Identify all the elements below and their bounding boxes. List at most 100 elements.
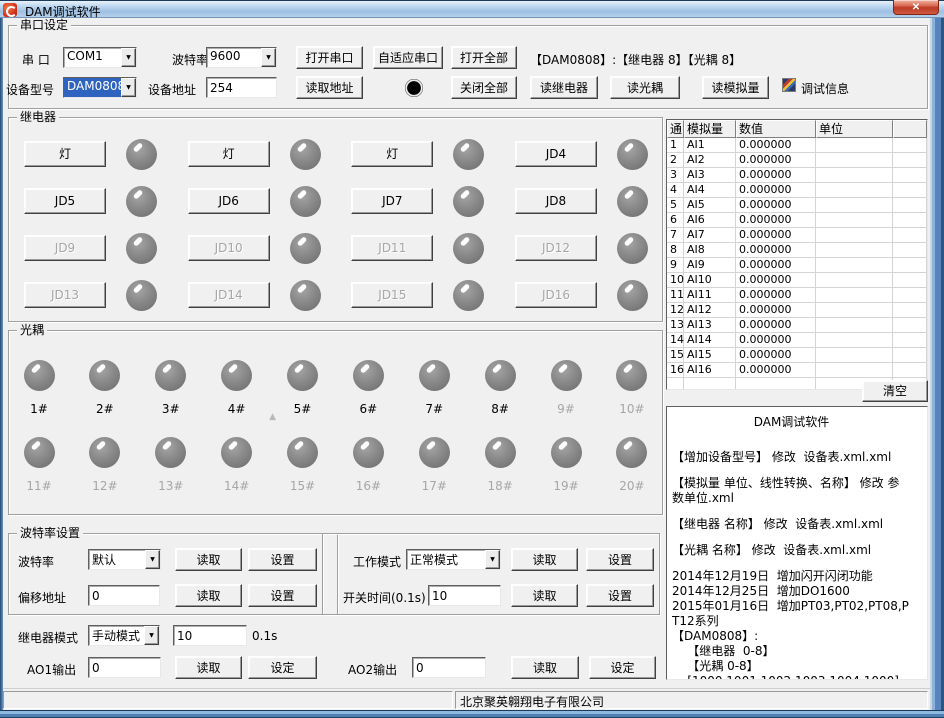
table-header-cell[interactable]: 通	[667, 120, 684, 138]
switchtime-set-button[interactable]: 设置	[586, 584, 654, 607]
device-model-label: 设备型号	[6, 81, 54, 98]
read-addr-button[interactable]: 读取地址	[296, 76, 363, 99]
info-line: 【继电器 0-8】	[672, 644, 911, 659]
table-header-cell[interactable]: 数值	[736, 120, 816, 138]
relay-mode-select[interactable]: 手动模式 ▼	[88, 625, 160, 646]
read-relay-button[interactable]: 读继电器	[530, 76, 598, 99]
baud-settings-title: 波特率设置	[17, 526, 83, 540]
opto-label-10: 10#	[619, 402, 644, 416]
close-button[interactable]: ✕	[893, 0, 939, 15]
table-row: 12AI120.000000	[667, 303, 927, 318]
baud-set-button[interactable]: 设置	[248, 548, 317, 571]
relay-button-3[interactable]: 灯	[351, 141, 433, 167]
workmode-read-button[interactable]: 读取	[511, 548, 578, 571]
relay-group-title: 继电器	[17, 110, 59, 124]
table-cell-filler	[893, 303, 927, 318]
ao2-set-button[interactable]: 设定	[589, 656, 656, 679]
relay-button-15[interactable]: JD15	[351, 282, 433, 308]
relay-time-unit-label: 0.1s	[252, 629, 277, 643]
scroll-up-icon[interactable]: ▲	[269, 412, 276, 422]
table-cell: AI9	[684, 258, 736, 273]
relay-button-4[interactable]: JD4	[515, 141, 597, 167]
table-cell: 0.000000	[736, 333, 816, 348]
relay-cell: JD5	[24, 185, 158, 217]
offset-addr-input[interactable]	[88, 585, 160, 606]
work-mode-select[interactable]: 正常模式 ▼	[406, 549, 501, 570]
open-port-button[interactable]: 打开串口	[296, 46, 363, 69]
relay-button-9[interactable]: JD9	[24, 235, 106, 261]
relay-cell: JD14	[188, 279, 322, 311]
table-cell: 2	[667, 153, 684, 168]
offset-addr-label: 偏移地址	[18, 589, 66, 606]
relay-button-5[interactable]: JD5	[24, 188, 106, 214]
ao2-read-button[interactable]: 读取	[511, 656, 579, 679]
ao1-label: AO1输出	[27, 661, 76, 678]
opto-item-12: 12#	[87, 437, 123, 493]
ao1-set-button[interactable]: 设定	[248, 656, 317, 679]
debug-info-icon[interactable]	[782, 78, 796, 92]
opto-led-17	[419, 437, 450, 468]
opto-item-8: 8#	[482, 360, 518, 416]
table-cell-filler	[893, 228, 927, 243]
chevron-down-icon[interactable]: ▼	[121, 78, 136, 97]
opto-item-2: 2#	[87, 360, 123, 416]
table-cell	[816, 228, 893, 243]
ao1-read-button[interactable]: 读取	[175, 656, 242, 679]
relay-button-12[interactable]: JD12	[515, 235, 597, 261]
table-header-cell[interactable]: 单位	[816, 120, 893, 138]
chevron-down-icon[interactable]: ▼	[261, 48, 276, 67]
close-all-button[interactable]: 关闭全部	[451, 76, 517, 99]
offset-read-button[interactable]: 读取	[175, 584, 242, 607]
device-summary-label: 【DAM0808】:【继电器 8】【光耦 8】	[530, 51, 741, 68]
relay-button-10[interactable]: JD10	[188, 235, 270, 261]
table-cell: 0.000000	[736, 138, 816, 153]
open-all-button[interactable]: 打开全部	[451, 46, 517, 69]
relay-button-14[interactable]: JD14	[188, 282, 270, 308]
table-cell-filler	[893, 363, 927, 378]
opto-item-17: 17#	[416, 437, 452, 493]
relay-button-2[interactable]: 灯	[188, 141, 270, 167]
read-opto-button[interactable]: 读光耦	[610, 76, 680, 99]
chevron-down-icon[interactable]: ▼	[485, 550, 500, 569]
relay-button-13[interactable]: JD13	[24, 282, 106, 308]
relay-led-3	[453, 139, 484, 170]
baud-rate-select[interactable]: 9600 ▼	[206, 47, 277, 68]
analog-table[interactable]: 通模拟量数值单位 1AI10.0000002AI20.0000003AI30.0…	[666, 119, 928, 390]
table-header-cell[interactable]: 模拟量	[684, 120, 736, 138]
chevron-down-icon[interactable]: ▼	[144, 626, 159, 645]
relay-button-7[interactable]: JD7	[351, 188, 433, 214]
chevron-down-icon[interactable]: ▼	[145, 550, 160, 569]
relay-button-8[interactable]: JD8	[515, 188, 597, 214]
serial-port-select[interactable]: COM1 ▼	[63, 47, 137, 68]
table-cell: AI7	[684, 228, 736, 243]
info-line: [1000,1001,1002,1003,1004,1000]	[672, 674, 911, 680]
table-cell	[816, 213, 893, 228]
device-addr-input[interactable]	[206, 77, 277, 98]
relay-button-16[interactable]: JD16	[515, 282, 597, 308]
switch-time-input[interactable]	[428, 585, 501, 606]
device-model-select[interactable]: DAM0808 ▼	[63, 77, 137, 98]
opto-led-8	[485, 360, 516, 391]
baud-read-button[interactable]: 读取	[175, 548, 242, 571]
ao1-input[interactable]	[88, 657, 161, 678]
switchtime-read-button[interactable]: 读取	[511, 584, 578, 607]
info-textbox[interactable]: DAM调试软件【增加设备型号】 修改 设备表.xml.xml【模拟量 单位、线性…	[666, 406, 928, 680]
table-cell: AI14	[684, 333, 736, 348]
relay-button-1[interactable]: 灯	[24, 141, 106, 167]
relay-time-input[interactable]	[173, 625, 247, 646]
offset-set-button[interactable]: 设置	[248, 584, 317, 607]
workmode-set-button[interactable]: 设置	[586, 548, 654, 571]
relay-button-6[interactable]: JD6	[188, 188, 270, 214]
relay-button-11[interactable]: JD11	[351, 235, 433, 261]
baud-set-select[interactable]: 默认 ▼	[88, 549, 161, 570]
read-analog-button[interactable]: 读模拟量	[702, 76, 769, 99]
clear-button[interactable]: 清空	[862, 380, 928, 402]
relay-led-1	[126, 139, 157, 170]
chevron-down-icon[interactable]: ▼	[121, 48, 136, 67]
table-row: 7AI70.000000	[667, 228, 927, 243]
auto-port-button[interactable]: 自适应串口	[373, 46, 443, 69]
ao2-input[interactable]	[412, 657, 486, 678]
info-line: 2014年12月19日 增加闪开闪闭功能	[672, 569, 911, 584]
table-cell	[816, 198, 893, 213]
table-cell: 12	[667, 303, 684, 318]
